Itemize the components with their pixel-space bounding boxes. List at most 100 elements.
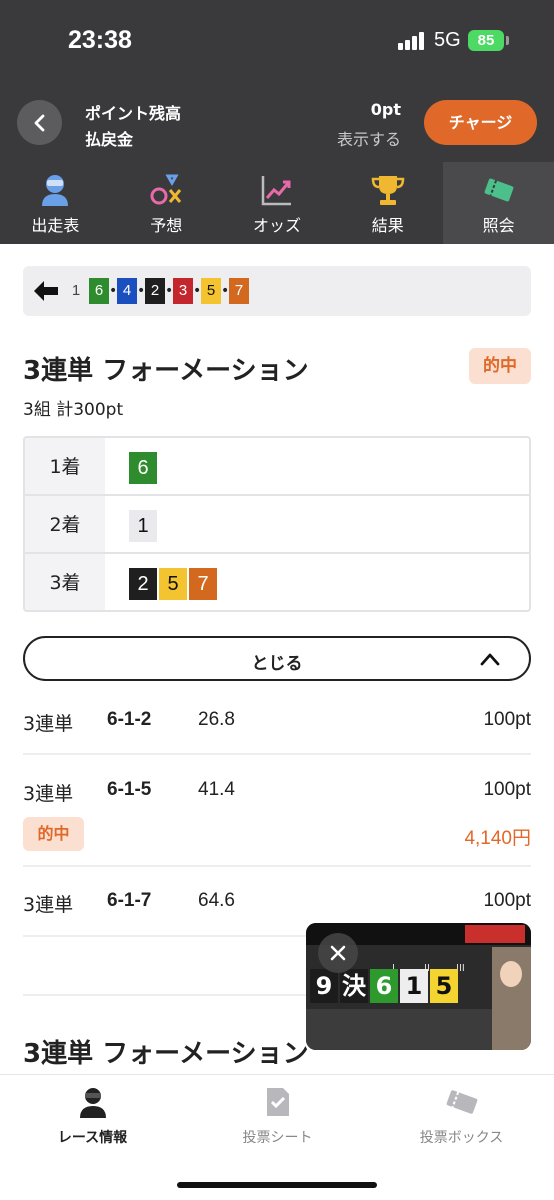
- signal-icon: [398, 32, 426, 50]
- bet-type: 3連単: [23, 713, 74, 735]
- close-video-button[interactable]: [318, 933, 358, 973]
- lane-chip: 7: [189, 568, 217, 600]
- trophy-icon: [371, 176, 405, 205]
- lane-chip: 1: [129, 510, 157, 542]
- arrow-left-icon: [34, 281, 58, 301]
- finish-order: 1 6 • 4 • 2 • 3 • 5 • 7: [66, 278, 249, 304]
- bet-type: 3連単: [23, 783, 74, 805]
- bet-amount: 100pt: [483, 890, 531, 911]
- ticket-icon: [484, 178, 513, 202]
- racer-icon: [42, 175, 69, 206]
- bet-row: 3連単 6-1-5 41.4 100pt 的中 4,140円: [23, 779, 531, 867]
- result-board: 9決615: [310, 969, 490, 1009]
- lane-chip: 7: [229, 278, 249, 304]
- video-banner-badge: [465, 925, 525, 943]
- lane-chip: 5: [159, 568, 187, 600]
- back-button[interactable]: [17, 100, 62, 145]
- close-icon: [330, 945, 346, 961]
- race-number: 1: [71, 282, 81, 299]
- separator-dot: •: [137, 283, 146, 299]
- bet-amount: 100pt: [483, 779, 531, 800]
- battery-tip: [506, 36, 509, 45]
- bet-odds: 26.8: [198, 709, 235, 730]
- tab-results[interactable]: 結果: [332, 162, 443, 244]
- lane-chip: 5: [201, 278, 221, 304]
- separator-dot: •: [109, 283, 118, 299]
- tab-odds[interactable]: オッズ: [222, 162, 333, 244]
- tab-entries[interactable]: 出走表: [0, 162, 111, 244]
- formation-row-2nd: 2着 1: [25, 496, 529, 554]
- tab-label: オッズ: [252, 216, 301, 235]
- tab-bet-sheet[interactable]: 投票シート: [185, 1085, 370, 1147]
- board-cell: 決: [340, 969, 368, 1003]
- bet-type-title: 3連単 フォーメーション: [23, 1039, 309, 1069]
- formation-table: 1着 6 2着 1 3着 257: [23, 436, 531, 612]
- bet-combination: 6-1-7: [107, 890, 152, 911]
- presenter-face: [500, 961, 522, 987]
- tab-prediction[interactable]: 予想: [111, 162, 222, 244]
- nav-tabs: 出走表 予想 オッズ 結果 照会: [0, 162, 554, 244]
- bet-combination: 6-1-2: [107, 709, 152, 730]
- bet-amount: 100pt: [483, 709, 531, 730]
- show-refund-link[interactable]: 表示する: [337, 126, 401, 150]
- chevron-up-icon: [480, 653, 500, 666]
- lane-chip: 3: [173, 278, 193, 304]
- payout-amount: 4,140円: [464, 828, 531, 849]
- formation-row-label: 1着: [25, 438, 105, 494]
- presenter-image: [492, 947, 531, 1050]
- race-result-bar: 1 6 • 4 • 2 • 3 • 5 • 7: [23, 266, 531, 316]
- studio-floor: [306, 1009, 492, 1050]
- tab-label: 予想: [150, 216, 183, 235]
- ticket-box-icon: [446, 1090, 477, 1114]
- tab-label: 照会: [482, 216, 515, 235]
- bet-summary: 3組 計300pt: [23, 400, 124, 420]
- live-video-player[interactable]: I II III 9決615: [306, 923, 531, 1050]
- tab-race-info[interactable]: レース情報: [0, 1085, 185, 1147]
- network-label: 5G: [434, 29, 461, 51]
- tab-inquiry[interactable]: 照会: [443, 162, 554, 244]
- bet-type: 3連単: [23, 894, 74, 916]
- points-value: 0pt: [370, 100, 401, 119]
- formation-row-label: 3着: [25, 554, 105, 610]
- tab-label: レース情報: [57, 1130, 128, 1146]
- tab-label: 投票ボックス: [419, 1130, 504, 1146]
- bet-odds: 64.6: [198, 890, 235, 911]
- tab-label: 出走表: [31, 216, 80, 235]
- tab-label: 結果: [371, 216, 404, 235]
- check-sheet-icon: [266, 1088, 289, 1116]
- home-indicator: [177, 1182, 377, 1188]
- formation-row-1st: 1着 6: [25, 438, 529, 496]
- formation-numbers: 6: [129, 452, 157, 484]
- board-cell: 9: [310, 969, 338, 1003]
- charge-button[interactable]: チャージ: [424, 100, 537, 145]
- racer-icon: [79, 1088, 106, 1118]
- separator-dot: •: [193, 283, 202, 299]
- header: ポイント残高 払戻金 0pt 表示する チャージ: [0, 82, 554, 162]
- hit-badge: 的中: [469, 348, 531, 384]
- formation-row-3rd: 3着 257: [25, 554, 529, 610]
- bet-combination: 6-1-5: [107, 779, 152, 800]
- lane-chip: 2: [145, 278, 165, 304]
- lane-chip: 4: [117, 278, 137, 304]
- tab-bet-box[interactable]: 投票ボックス: [369, 1085, 554, 1147]
- prediction-icon: [150, 174, 182, 205]
- status-bar: 23:38 5G 85: [0, 0, 554, 82]
- board-cell: 6: [370, 969, 398, 1003]
- battery-icon: 85: [468, 30, 504, 51]
- formation-row-label: 2着: [25, 496, 105, 552]
- formation-numbers: 257: [129, 568, 217, 600]
- board-cell: 5: [430, 969, 458, 1003]
- separator-dot: •: [221, 283, 230, 299]
- tab-label: 投票シート: [242, 1130, 313, 1146]
- points-label: ポイント残高: [85, 104, 182, 123]
- odds-chart-icon: [261, 176, 291, 206]
- lane-chip: 6: [129, 452, 157, 484]
- bet-odds: 41.4: [198, 779, 235, 800]
- bet-row: 3連単 6-1-2 26.8 100pt: [23, 709, 531, 755]
- formation-numbers: 1: [129, 510, 157, 542]
- close-button[interactable]: とじる: [23, 636, 531, 681]
- lane-chip: 2: [129, 568, 157, 600]
- chevron-left-icon: [34, 114, 44, 131]
- refund-label: 払戻金: [85, 130, 134, 149]
- close-label: とじる: [251, 654, 303, 674]
